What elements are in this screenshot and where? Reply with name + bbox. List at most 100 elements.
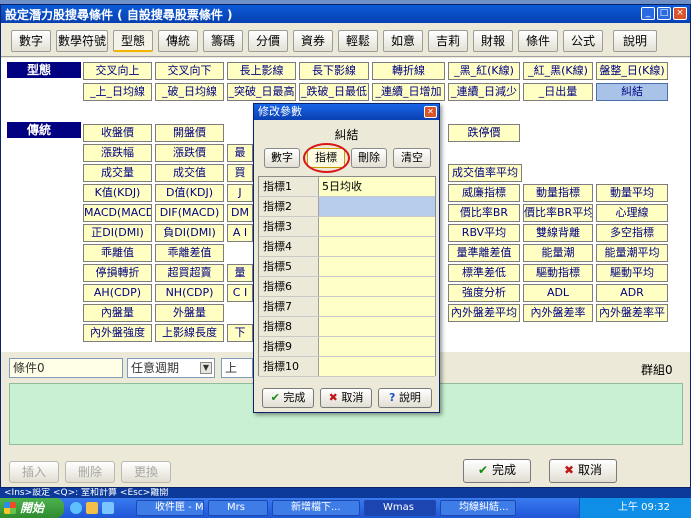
maximize-button[interactable]: □ [657,7,671,20]
tab-financial-report[interactable]: 財報 [473,30,513,52]
indicator-value-field[interactable] [319,317,435,336]
traditional-cell[interactable]: 量準離差值 [448,244,520,262]
traditional-cell[interactable]: 開盤價 [155,124,224,142]
taskbar-item-new-doc[interactable]: 新增檔下... [272,500,360,516]
pattern-cell[interactable]: _連續_日增加 [372,83,445,101]
pattern-cell[interactable]: 轉折線 [372,62,445,80]
traditional-cell[interactable]: 心理線 [596,204,668,222]
traditional-cell[interactable]: 漲跌幅 [83,144,152,162]
close-button[interactable]: × [673,7,687,20]
tab-help[interactable]: 說明 [613,30,657,52]
indicator-value-field[interactable] [319,277,435,296]
traditional-cell[interactable]: 威廉指標 [448,184,520,202]
pattern-cell[interactable]: _日出量 [523,83,593,101]
traditional-cell[interactable]: DIF(MACD) [155,204,224,222]
pattern-cell[interactable]: 盤整_日(K線) [596,62,668,80]
confirm-button[interactable]: ✔ 完成 [463,459,531,483]
traditional-cell-partial[interactable]: A I [227,224,253,242]
traditional-cell[interactable]: 成交量 [83,164,152,182]
dialog-confirm-button[interactable]: ✔ 完成 [262,388,314,408]
indicator-value-field[interactable]: 5日均收 [319,177,435,196]
traditional-cell[interactable]: 超買超賣 [155,264,224,282]
delete-button[interactable]: 刪除 [65,461,115,483]
traditional-cell[interactable]: K值(KDJ) [83,184,152,202]
dialog-help-button[interactable]: ? 說明 [378,388,432,408]
tab-jili[interactable]: 吉莉 [428,30,468,52]
chevron-down-icon[interactable]: ▼ [200,362,212,374]
tab-traditional[interactable]: 傳統 [158,30,198,52]
traditional-cell[interactable]: 能量潮平均 [596,244,668,262]
tab-price-distribution[interactable]: 分價 [248,30,288,52]
dialog-cancel-button[interactable]: ✖ 取消 [320,388,372,408]
pattern-cell[interactable]: _破_日均線 [155,83,224,101]
traditional-cell[interactable]: 價比率BR [448,204,520,222]
indicator-value-field[interactable] [319,337,435,356]
taskbar-item-inbox[interactable]: 收件匣 - M... [136,500,204,516]
tab-math-symbols[interactable]: 數學符號 [56,30,108,52]
traditional-cell[interactable]: 漲跌價 [155,144,224,162]
traditional-cell[interactable]: MACD(MACD) [83,204,152,222]
traditional-cell[interactable]: 動量指標 [523,184,593,202]
indicator-value-field[interactable] [319,237,435,256]
indicator-value-field[interactable] [319,257,435,276]
pattern-cell[interactable]: _上_日均線 [83,83,152,101]
traditional-cell-partial[interactable]: 最 [227,144,253,162]
pattern-cell[interactable]: _突破_日最高 [227,83,296,101]
pattern-cell[interactable]: 交叉向下 [155,62,224,80]
condition-name-field[interactable]: 條件0 [9,358,123,378]
traditional-cell[interactable]: 收盤價 [83,124,152,142]
traditional-cell[interactable]: AH(CDP) [83,284,152,302]
traditional-cell[interactable]: ADL [523,284,593,302]
minimize-button[interactable]: _ [641,7,655,20]
traditional-cell-partial[interactable]: 買 [227,164,253,182]
traditional-cell[interactable]: 內盤量 [83,304,152,322]
cancel-button[interactable]: ✖ 取消 [549,459,617,483]
pattern-cell[interactable]: _連續_日減少 [448,83,520,101]
quicklaunch-desktop-icon[interactable] [102,502,114,514]
traditional-cell[interactable]: 停損轉折 [83,264,152,282]
traditional-cell[interactable]: 內外盤強度 [83,324,152,342]
pattern-cell[interactable]: 交叉向上 [83,62,152,80]
taskbar-item-mrs[interactable]: Mrs [208,500,268,516]
tab-pattern[interactable]: 型態 [113,30,153,52]
traditional-cell[interactable]: 雙線背離 [523,224,593,242]
period-select[interactable]: 任意週期 ▼ [127,358,215,378]
traditional-cell[interactable]: 標準差低 [448,264,520,282]
traditional-cell[interactable]: 內外盤差率 [523,304,593,322]
traditional-cell[interactable]: 內外盤差率平 [596,304,668,322]
traditional-cell[interactable]: 成交值 [155,164,224,182]
pattern-cell[interactable]: _紅_黑(K線) [523,62,593,80]
tab-chips[interactable]: 籌碼 [203,30,243,52]
traditional-cell[interactable]: NH(CDP) [155,284,224,302]
traditional-cell[interactable]: 強度分析 [448,284,520,302]
traditional-cell[interactable]: 能量潮 [523,244,593,262]
traditional-cell[interactable]: 跌停價 [448,124,520,142]
traditional-cell[interactable]: 內外盤差平均 [448,304,520,322]
traditional-cell-partial[interactable]: 下 [227,324,253,342]
tab-ruyi[interactable]: 如意 [383,30,423,52]
traditional-cell[interactable]: 價比率BR平均 [523,204,593,222]
pattern-cell[interactable]: 長上影線 [227,62,296,80]
pattern-cell-selected[interactable]: 糾結 [596,83,668,101]
traditional-cell[interactable]: RBV平均 [448,224,520,242]
indicator-value-field[interactable] [319,357,435,376]
condition-expression-field[interactable]: 上 [221,358,253,378]
pattern-cell[interactable]: _跌破_日最低 [299,83,369,101]
traditional-cell-partial[interactable]: J [227,184,253,202]
tab-numbers[interactable]: 數字 [11,30,51,52]
taskbar-item-ma-tangle[interactable]: 均線糾結... [440,500,516,516]
pattern-cell[interactable]: _黑_紅(K線) [448,62,520,80]
close-icon[interactable]: ✕ [424,106,437,118]
quicklaunch-folder-icon[interactable] [86,502,98,514]
traditional-cell[interactable]: D值(KDJ) [155,184,224,202]
dialog-numbers-button[interactable]: 數字 [264,148,300,168]
traditional-cell[interactable]: 乖離差值 [155,244,224,262]
tab-formula[interactable]: 公式 [563,30,603,52]
start-button[interactable]: 開始 [0,498,64,518]
tab-easy[interactable]: 輕鬆 [338,30,378,52]
replace-button[interactable]: 更換 [121,461,171,483]
traditional-cell[interactable]: ADR [596,284,668,302]
traditional-cell-partial[interactable]: 量 [227,264,253,282]
traditional-cell[interactable]: 乖離值 [83,244,152,262]
pattern-cell[interactable]: 長下影線 [299,62,369,80]
